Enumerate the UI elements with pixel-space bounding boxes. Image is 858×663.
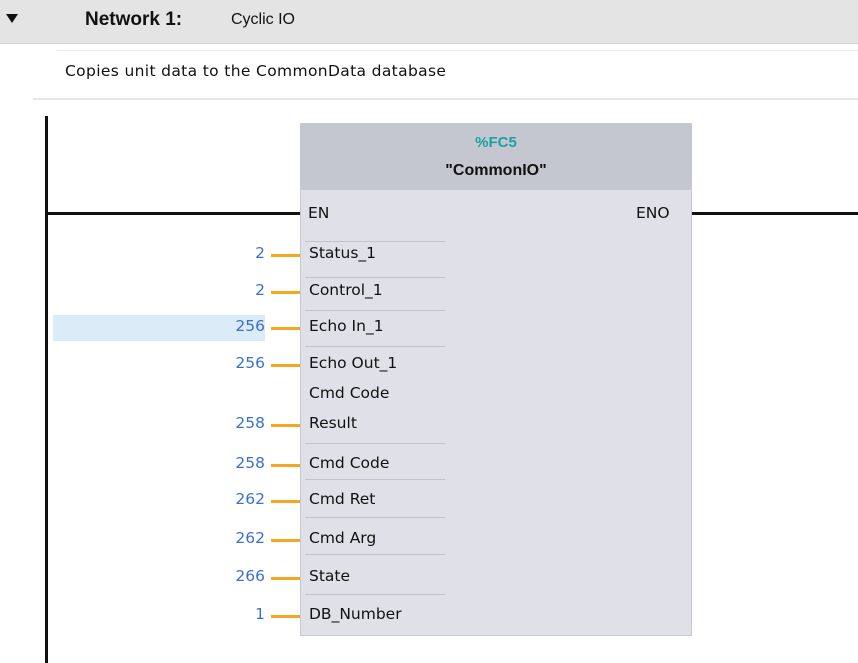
block-address: %FC5	[475, 134, 517, 151]
eno-output-wire	[690, 212, 858, 215]
pin-cmd-code[interactable]: Cmd Code	[309, 454, 389, 472]
pin-cmd-code-result-line2[interactable]: Result	[309, 414, 357, 432]
pin-separator	[305, 479, 445, 480]
actual-value-db-number[interactable]: 1	[180, 605, 265, 623]
actual-value-state[interactable]: 266	[180, 567, 265, 585]
triangle-down-icon	[6, 14, 18, 23]
pin-cmd-arg[interactable]: Cmd Arg	[309, 529, 376, 547]
network-header: Network 1: Cyclic IO	[0, 0, 858, 44]
pin-db-number[interactable]: DB_Number	[309, 605, 402, 623]
pin-echo-in-1[interactable]: Echo In_1	[309, 317, 384, 335]
pin-separator	[305, 517, 445, 518]
pin-separator	[305, 443, 445, 444]
input-wire-echo-out-1	[271, 364, 300, 367]
actual-value-echo-out-1[interactable]: 256	[180, 354, 265, 372]
network-title: Network 1:	[85, 9, 183, 30]
pin-cmd-ret[interactable]: Cmd Ret	[309, 490, 375, 508]
actual-value-cmd-ret[interactable]: 262	[180, 490, 265, 508]
left-power-rail	[45, 116, 48, 663]
pin-separator	[305, 310, 445, 311]
collapse-toggle[interactable]	[0, 0, 22, 43]
input-wire-cmd-arg	[271, 539, 300, 542]
block-header: %FC5 "CommonIO"	[301, 124, 691, 190]
block-name: "CommonIO"	[445, 162, 547, 179]
actual-value-control-1[interactable]: 2	[180, 281, 265, 299]
function-block-commonio[interactable]: %FC5 "CommonIO"	[300, 123, 692, 636]
pin-separator	[305, 277, 445, 278]
input-wire-state	[271, 577, 300, 580]
network-name[interactable]: Cyclic IO	[231, 11, 295, 29]
input-wire-cmd-ret	[271, 500, 300, 503]
actual-value-cmd-code-result[interactable]: 258	[180, 414, 265, 432]
pin-status-1[interactable]: Status_1	[309, 244, 376, 262]
pin-cmd-code-result-line1[interactable]: Cmd Code	[309, 384, 389, 402]
pin-separator	[305, 241, 445, 242]
pin-state[interactable]: State	[309, 567, 350, 585]
pin-separator	[305, 594, 445, 595]
input-wire-cmd-code-result	[271, 424, 300, 427]
input-wire-cmd-code	[271, 464, 300, 467]
en-power-wire	[45, 212, 300, 215]
actual-value-cmd-code[interactable]: 258	[180, 454, 265, 472]
pin-control-1[interactable]: Control_1	[309, 281, 383, 299]
input-wire-status-1	[271, 254, 300, 257]
actual-value-cmd-arg[interactable]: 262	[180, 529, 265, 547]
eno-pin-label[interactable]: ENO	[636, 204, 670, 222]
input-wire-db-number	[271, 615, 300, 618]
input-wire-echo-in-1	[271, 327, 300, 330]
input-wire-control-1	[271, 291, 300, 294]
actual-value-status-1[interactable]: 2	[180, 244, 265, 262]
network-comment-field[interactable]: Copies unit data to the CommonData datab…	[57, 50, 858, 91]
network-comment-text: Copies unit data to the CommonData datab…	[65, 62, 447, 80]
pin-separator	[305, 554, 445, 555]
en-pin-label[interactable]: EN	[308, 204, 329, 222]
pin-echo-out-1[interactable]: Echo Out_1	[309, 354, 397, 372]
pin-separator	[305, 346, 445, 347]
actual-value-echo-in-1[interactable]: 256	[180, 317, 265, 335]
comment-separator	[33, 98, 858, 100]
